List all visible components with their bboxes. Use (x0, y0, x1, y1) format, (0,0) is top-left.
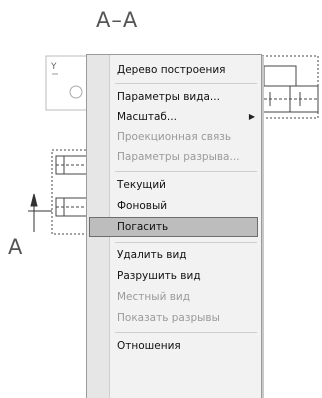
menu-item-hide[interactable]: Погасить (89, 217, 258, 237)
menu-item-delete-view[interactable]: Удалить вид (117, 245, 257, 265)
view-label: А (8, 235, 23, 259)
menu-separator (115, 83, 257, 84)
menu-item-show-breaks: Показать разрывы (117, 312, 220, 324)
menu-item-projection-link: Проекционная связь (117, 131, 232, 143)
menu-item-destroy-view[interactable]: Разрушить вид (117, 266, 257, 286)
menu-item-scale[interactable]: Масштаб... ▶ (117, 107, 257, 127)
menu-item-background[interactable]: Фоновый (117, 196, 257, 216)
menu-item-current[interactable]: Текущий (117, 175, 257, 195)
section-arrow (28, 193, 52, 232)
menu-item-break-parameters: Параметры разрыва... (117, 151, 240, 163)
menu-item-view-parameters[interactable]: Параметры вида... (117, 87, 257, 107)
menu-item-local-view: Местный вид (117, 291, 190, 303)
context-menu: Дерево построения Параметры вида... Масш… (86, 54, 262, 398)
part-drawing-left (51, 149, 89, 235)
menu-separator (115, 242, 257, 243)
submenu-arrow-icon: ▶ (248, 112, 255, 121)
menu-item-relations[interactable]: Отношения (117, 336, 257, 356)
menu-separator (115, 171, 257, 172)
menu-separator (115, 332, 257, 333)
part-drawing-right (261, 55, 319, 119)
svg-text:Y: Y (50, 62, 57, 72)
section-title: А–А (96, 8, 139, 32)
menu-item-build-tree[interactable]: Дерево построения (117, 60, 257, 80)
view-frame-top-left: Y (45, 55, 89, 111)
